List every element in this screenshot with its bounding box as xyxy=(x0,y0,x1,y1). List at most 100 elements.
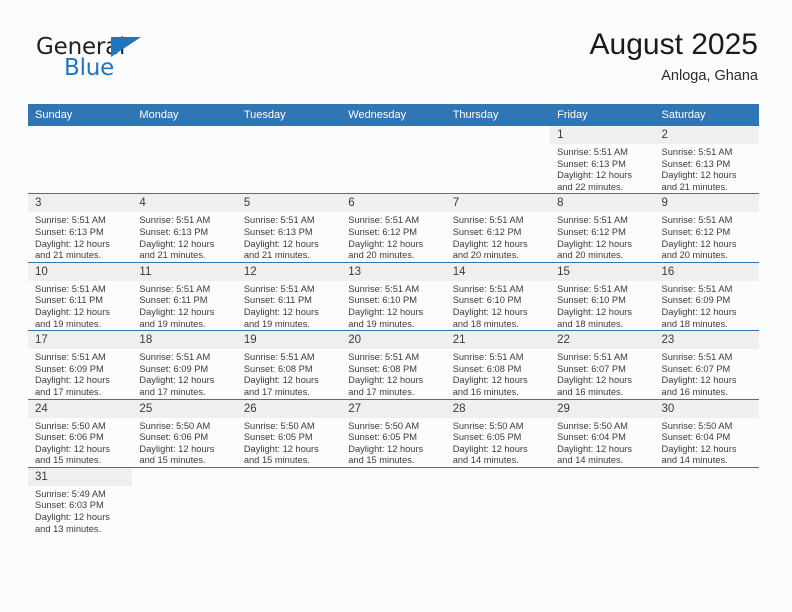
day-details: Sunrise: 5:51 AM Sunset: 6:09 PM Daylight:… xyxy=(655,281,759,330)
calendar-day-cell[interactable]: 30 Sunrise: 5:50 AM Sunset: 6:04 PM Dayligh… xyxy=(654,398,759,468)
calendar-day-cell[interactable]: 6 Sunrise: 5:51 AM Sunset: 6:12 PM Daylight… xyxy=(341,193,446,263)
day-detail-daylight2: and 22 minutes. xyxy=(557,181,624,192)
day-number: 1 xyxy=(550,126,655,144)
day-detail-daylight2: and 19 minutes. xyxy=(139,318,206,329)
day-details: Sunrise: 5:49 AM Sunset: 6:03 PM Daylight:… xyxy=(28,486,132,535)
day-detail-sunset: Sunset: 6:04 PM xyxy=(661,432,731,443)
calendar-day-cell[interactable]: 3 Sunrise: 5:51 AM Sunset: 6:13 PM Daylight… xyxy=(28,193,133,263)
day-detail-sunrise: Sunrise: 5:51 AM xyxy=(243,352,315,363)
day-details: Sunrise: 5:51 AM Sunset: 6:09 PM Daylight:… xyxy=(132,349,236,398)
calendar-day-cell[interactable]: 9 Sunrise: 5:51 AM Sunset: 6:12 PM Daylight… xyxy=(654,193,759,263)
day-detail-sunset: Sunset: 6:03 PM xyxy=(35,500,104,511)
calendar-day-cell[interactable]: 14 Sunrise: 5:51 AM Sunset: 6:10 PM Dayligh… xyxy=(445,261,551,331)
day-details: Sunrise: 5:51 AM Sunset: 6:07 PM Daylight:… xyxy=(550,349,654,398)
day-details: Sunrise: 5:51 AM Sunset: 6:12 PM Daylight:… xyxy=(446,212,550,261)
calendar-day-cell[interactable]: 13 Sunrise: 5:51 AM Sunset: 6:10 PM Dayligh… xyxy=(341,261,446,331)
calendar-week-row: 17 Sunrise: 5:51 AM Sunset: 6:09 PM Dayligh… xyxy=(28,330,759,399)
day-detail-sunrise: Sunrise: 5:51 AM xyxy=(348,215,420,226)
day-detail-sunrise: Sunrise: 5:51 AM xyxy=(35,215,106,226)
calendar-day-cell[interactable]: 21 Sunrise: 5:51 AM Sunset: 6:08 PM Dayligh… xyxy=(445,330,551,399)
calendar-day-cell[interactable]: 24 Sunrise: 5:50 AM Sunset: 6:06 PM Dayligh… xyxy=(28,398,133,468)
day-details: Sunrise: 5:50 AM Sunset: 6:05 PM Daylight:… xyxy=(446,418,550,467)
day-detail-daylight1: Daylight: 12 hours xyxy=(557,170,633,181)
calendar-day-cell[interactable]: 17 Sunrise: 5:51 AM Sunset: 6:09 PM Dayligh… xyxy=(28,330,133,399)
day-detail-daylight1: Daylight: 12 hours xyxy=(348,375,424,386)
day-detail-daylight2: and 18 minutes. xyxy=(661,318,728,329)
day-details: Sunrise: 5:51 AM Sunset: 6:13 PM Daylight:… xyxy=(655,144,759,193)
day-number: 16 xyxy=(654,262,759,281)
day-details: Sunrise: 5:51 AM Sunset: 6:13 PM Daylight:… xyxy=(132,212,236,261)
calendar-day-cell[interactable]: 2 Sunrise: 5:51 AM Sunset: 6:13 PM Daylight… xyxy=(654,126,759,194)
day-detail-sunrise: Sunrise: 5:51 AM xyxy=(348,352,420,363)
day-detail-daylight2: and 19 minutes. xyxy=(348,318,415,329)
day-number: 3 xyxy=(28,194,133,213)
calendar-day-cell-empty xyxy=(445,466,551,536)
calendar-day-cell[interactable]: 10 Sunrise: 5:51 AM Sunset: 6:11 PM Dayligh… xyxy=(28,261,133,331)
calendar-day-cell[interactable]: 16 Sunrise: 5:51 AM Sunset: 6:09 PM Dayligh… xyxy=(654,261,759,331)
day-detail-sunrise: Sunrise: 5:51 AM xyxy=(452,352,524,363)
day-detail-sunset: Sunset: 6:07 PM xyxy=(661,363,731,374)
day-number: 10 xyxy=(28,262,133,281)
day-detail-daylight2: and 16 minutes. xyxy=(661,386,728,397)
day-detail-sunset: Sunset: 6:09 PM xyxy=(661,295,731,306)
day-detail-daylight1: Daylight: 12 hours xyxy=(557,306,633,317)
sunrise-sunset-calendar-table: Sunday Monday Tuesday Wednesday Thursday… xyxy=(28,104,759,536)
day-detail-daylight1: Daylight: 12 hours xyxy=(661,170,737,181)
calendar-day-cell[interactable]: 12 Sunrise: 5:51 AM Sunset: 6:11 PM Dayligh… xyxy=(236,261,342,331)
day-number: 22 xyxy=(550,331,655,350)
day-detail-sunrise: Sunrise: 5:50 AM xyxy=(243,420,315,431)
calendar-day-cell[interactable]: 31 Sunrise: 5:49 AM Sunset: 6:03 PM Dayligh… xyxy=(28,466,133,536)
day-detail-daylight2: and 15 minutes. xyxy=(139,455,206,466)
day-detail-sunset: Sunset: 6:05 PM xyxy=(452,432,522,443)
day-detail-sunset: Sunset: 6:05 PM xyxy=(243,432,313,443)
calendar-day-cell[interactable]: 28 Sunrise: 5:50 AM Sunset: 6:05 PM Dayligh… xyxy=(445,398,551,468)
day-detail-daylight1: Daylight: 12 hours xyxy=(661,238,737,249)
calendar-day-cell[interactable]: 8 Sunrise: 5:51 AM Sunset: 6:12 PM Daylight… xyxy=(550,193,655,263)
day-detail-daylight2: and 19 minutes. xyxy=(243,318,310,329)
calendar-day-cell[interactable]: 23 Sunrise: 5:51 AM Sunset: 6:07 PM Dayligh… xyxy=(654,330,759,399)
weekday-header-tuesday: Tuesday xyxy=(236,104,342,126)
calendar-day-cell[interactable]: 26 Sunrise: 5:50 AM Sunset: 6:05 PM Dayligh… xyxy=(236,398,342,468)
day-detail-daylight2: and 20 minutes. xyxy=(557,250,624,261)
weekday-header-saturday: Saturday xyxy=(654,104,759,126)
day-number: 7 xyxy=(445,194,551,213)
calendar-body: 1 Sunrise: 5:51 AM Sunset: 6:13 PM Daylight… xyxy=(28,126,759,536)
day-detail-daylight1: Daylight: 12 hours xyxy=(243,443,319,454)
calendar-page: General Blue August 2025 Anloga, Ghana S… xyxy=(0,0,792,612)
day-detail-sunrise: Sunrise: 5:51 AM xyxy=(139,283,211,294)
weekday-header-monday: Monday xyxy=(132,104,237,126)
calendar-day-cell[interactable]: 4 Sunrise: 5:51 AM Sunset: 6:13 PM Daylight… xyxy=(132,193,237,263)
calendar-day-cell[interactable]: 19 Sunrise: 5:51 AM Sunset: 6:08 PM Dayligh… xyxy=(236,330,342,399)
day-detail-daylight2: and 17 minutes. xyxy=(139,386,206,397)
page-subtitle-location: Anloga, Ghana xyxy=(661,68,758,84)
calendar-day-cell[interactable]: 11 Sunrise: 5:51 AM Sunset: 6:11 PM Dayligh… xyxy=(132,261,237,331)
day-detail-daylight2: and 19 minutes. xyxy=(35,318,102,329)
day-detail-daylight1: Daylight: 12 hours xyxy=(452,375,528,386)
day-details: Sunrise: 5:51 AM Sunset: 6:12 PM Daylight:… xyxy=(550,212,654,261)
day-detail-daylight1: Daylight: 12 hours xyxy=(661,375,737,386)
calendar-day-cell[interactable]: 20 Sunrise: 5:51 AM Sunset: 6:08 PM Dayligh… xyxy=(341,330,446,399)
calendar-day-cell[interactable]: 5 Sunrise: 5:51 AM Sunset: 6:13 PM Daylight… xyxy=(236,193,342,263)
day-number: 5 xyxy=(236,194,342,213)
day-detail-sunset: Sunset: 6:10 PM xyxy=(348,295,417,306)
day-detail-sunrise: Sunrise: 5:51 AM xyxy=(557,215,628,226)
day-detail-sunrise: Sunrise: 5:51 AM xyxy=(35,352,106,363)
calendar-day-cell[interactable]: 22 Sunrise: 5:51 AM Sunset: 6:07 PM Dayligh… xyxy=(550,330,655,399)
day-detail-daylight1: Daylight: 12 hours xyxy=(243,238,319,249)
general-blue-logo: General Blue xyxy=(34,34,214,92)
calendar-day-cell[interactable]: 1 Sunrise: 5:51 AM Sunset: 6:13 PM Daylight… xyxy=(550,126,655,194)
day-detail-daylight2: and 20 minutes. xyxy=(661,250,728,261)
day-detail-daylight2: and 21 minutes. xyxy=(35,250,102,261)
calendar-day-cell[interactable]: 7 Sunrise: 5:51 AM Sunset: 6:12 PM Daylight… xyxy=(445,193,551,263)
day-details: Sunrise: 5:51 AM Sunset: 6:09 PM Daylight:… xyxy=(28,349,132,398)
day-detail-daylight2: and 14 minutes. xyxy=(661,455,728,466)
calendar-day-cell[interactable]: 15 Sunrise: 5:51 AM Sunset: 6:10 PM Dayligh… xyxy=(550,261,655,331)
calendar-day-cell[interactable]: 25 Sunrise: 5:50 AM Sunset: 6:06 PM Dayligh… xyxy=(132,398,237,468)
day-detail-sunset: Sunset: 6:09 PM xyxy=(139,363,209,374)
day-detail-sunset: Sunset: 6:13 PM xyxy=(557,158,626,169)
day-details: Sunrise: 5:51 AM Sunset: 6:13 PM Daylight:… xyxy=(237,212,341,261)
calendar-day-cell[interactable]: 27 Sunrise: 5:50 AM Sunset: 6:05 PM Dayligh… xyxy=(341,398,446,468)
calendar-day-cell[interactable]: 18 Sunrise: 5:51 AM Sunset: 6:09 PM Dayligh… xyxy=(132,330,237,399)
day-detail-daylight1: Daylight: 12 hours xyxy=(557,375,633,386)
calendar-day-cell[interactable]: 29 Sunrise: 5:50 AM Sunset: 6:04 PM Dayligh… xyxy=(550,398,655,468)
